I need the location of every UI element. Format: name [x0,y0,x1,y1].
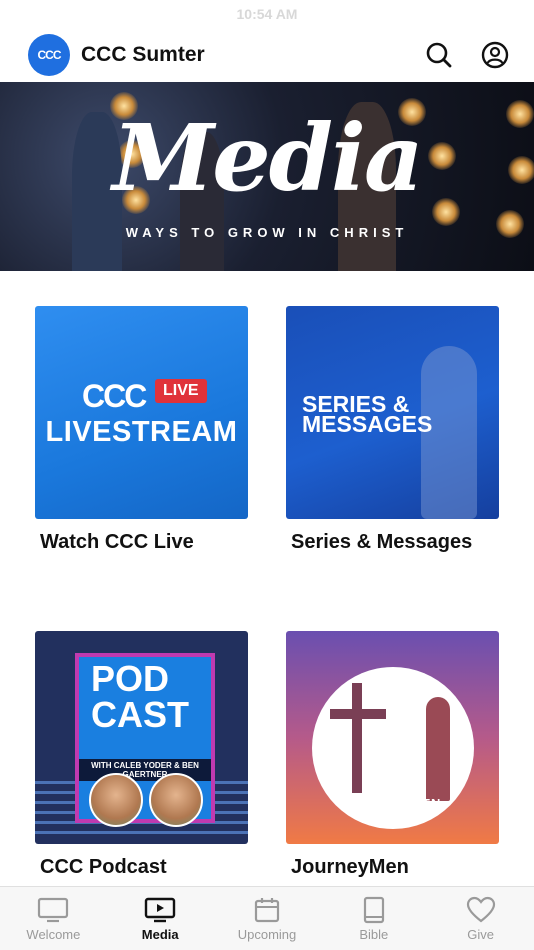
tab-label: Give [467,927,494,942]
bottom-tab-bar: Welcome Media Upcoming Bible Give [0,886,534,950]
series-thumbnail[interactable]: SERIES & MESSAGES [286,306,499,519]
tab-label: Welcome [26,927,81,942]
monitor-icon [37,896,69,924]
tab-label: Bible [359,927,389,942]
tab-upcoming[interactable]: Upcoming [214,887,321,950]
cross-icon [352,683,362,793]
church-logo: CCC [28,34,70,76]
app-title: CCC Sumter [81,43,205,66]
podcast-thumbnail[interactable]: POD CAST WITH CALEB YODER & BEN GAERTNER [35,631,248,844]
search-icon[interactable] [424,40,454,70]
podcast-thumb-text: POD CAST [91,661,189,733]
media-hero-banner: Media WAYS TO GROW IN CHRIST [0,82,534,271]
status-bar: 10:54 AM [0,0,534,28]
tab-label: Media [141,927,179,942]
journeymen-thumbnail[interactable]: JOURNEYMEN [286,631,499,844]
app-header: CCC CCC Sumter [0,28,534,82]
header-actions [424,40,510,70]
card-watch-live[interactable]: CCC LIVE LIVESTREAM Watch CCC Live [35,306,248,554]
host-avatar [89,773,143,827]
tab-bible[interactable]: Bible [320,887,427,950]
calendar-icon [251,896,283,924]
journeymen-thumb-text: JOURNEYMEN [344,796,441,811]
profile-icon[interactable] [480,40,510,70]
card-journeymen[interactable]: JOURNEYMEN JourneyMen [286,631,499,879]
podcast-thumb-line1: POD [91,658,170,699]
hero-title: Media [112,104,423,212]
livestream-thumbnail[interactable]: CCC LIVE LIVESTREAM [35,306,248,519]
card-label[interactable]: Series & Messages [291,531,499,554]
tv-play-icon [144,896,176,924]
podcast-thumb-line2: CAST [91,694,189,735]
man-silhouette [426,697,450,801]
tab-welcome[interactable]: Welcome [0,887,107,950]
card-podcast[interactable]: POD CAST WITH CALEB YODER & BEN GAERTNER… [35,631,248,891]
card-label[interactable]: JourneyMen [291,856,499,879]
status-time: 10:54 AM [236,6,298,22]
card-series-messages[interactable]: SERIES & MESSAGES Series & Messages [286,306,499,554]
tab-give[interactable]: Give [427,887,534,950]
series-thumb-text: SERIES & MESSAGES [302,393,433,437]
tab-label: Upcoming [237,927,297,942]
livestream-logo: CCC [82,378,147,414]
heart-icon [465,896,497,924]
card-label[interactable]: Watch CCC Live [40,531,248,554]
hero-subtitle: WAYS TO GROW IN CHRIST [125,225,409,240]
host-avatar [149,773,203,827]
card-label[interactable]: CCC Podcast [40,856,248,879]
tab-media[interactable]: Media [107,887,214,950]
live-badge: LIVE [155,379,207,403]
livestream-thumb-text: LIVESTREAM [45,416,238,448]
series-thumb-line2: MESSAGES [302,411,433,437]
book-icon [358,896,390,924]
